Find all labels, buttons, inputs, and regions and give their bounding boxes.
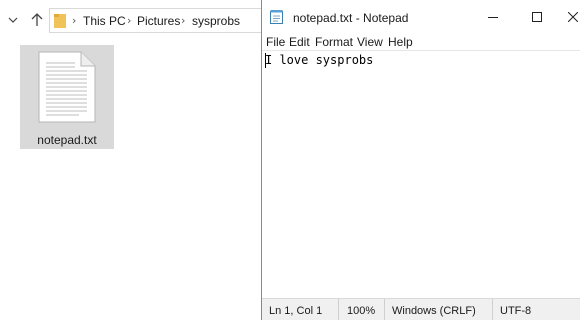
menu-format[interactable]: Format <box>315 35 353 49</box>
close-icon <box>568 11 578 22</box>
editor-content: I love sysprobs <box>265 53 374 67</box>
maximize-button[interactable] <box>515 0 559 33</box>
status-position-cell: Ln 1, Col 1 <box>262 299 338 320</box>
breadcrumb-pictures[interactable]: Pictures <box>137 14 180 28</box>
breadcrumb-separator-icon: › <box>127 14 132 27</box>
recent-locations-chevron-icon[interactable] <box>5 10 21 30</box>
notepad-window: notepad.txt - Notepad File Edit Format V… <box>261 0 580 320</box>
status-bar: Ln 1, Col 1 100% Windows (CRLF) UTF-8 <box>262 298 580 320</box>
encoding: UTF-8 <box>500 305 532 317</box>
text-caret <box>265 53 266 68</box>
menu-view[interactable]: View <box>357 35 383 49</box>
status-line-ending-cell: Windows (CRLF) <box>384 299 492 320</box>
minimize-button[interactable] <box>471 0 515 33</box>
menu-bar: File Edit Format View Help <box>262 33 580 50</box>
file-item-notepad[interactable]: notepad.txt <box>20 45 114 149</box>
maximize-icon <box>532 11 542 22</box>
breadcrumb-sysprobs[interactable]: sysprobs <box>192 14 240 28</box>
breadcrumb-separator-icon: › <box>181 14 186 27</box>
line-ending: Windows (CRLF) <box>392 305 476 317</box>
up-arrow-icon[interactable] <box>28 10 46 30</box>
menu-help[interactable]: Help <box>388 35 413 49</box>
text-file-icon <box>38 51 96 123</box>
status-encoding-cell: UTF-8 <box>492 299 580 320</box>
window-title: notepad.txt - Notepad <box>293 11 409 25</box>
breadcrumb-separator-icon: › <box>72 14 77 27</box>
address-bar[interactable]: › This PC › Pictures › sysprobs <box>49 8 281 33</box>
minimize-icon <box>488 16 498 18</box>
cursor-position: Ln 1, Col 1 <box>269 305 323 317</box>
close-button[interactable] <box>559 0 580 33</box>
menu-file[interactable]: File <box>266 35 285 49</box>
zoom-level: 100% <box>347 305 376 317</box>
title-bar[interactable]: notepad.txt - Notepad <box>262 0 580 33</box>
notepad-app-icon <box>270 10 283 24</box>
menu-edit[interactable]: Edit <box>289 35 310 49</box>
file-name-label: notepad.txt <box>37 133 97 147</box>
folder-icon <box>54 14 66 28</box>
text-editor[interactable]: I love sysprobs <box>262 50 580 298</box>
status-zoom-cell: 100% <box>338 299 384 320</box>
breadcrumb-this-pc[interactable]: This PC <box>83 14 126 28</box>
